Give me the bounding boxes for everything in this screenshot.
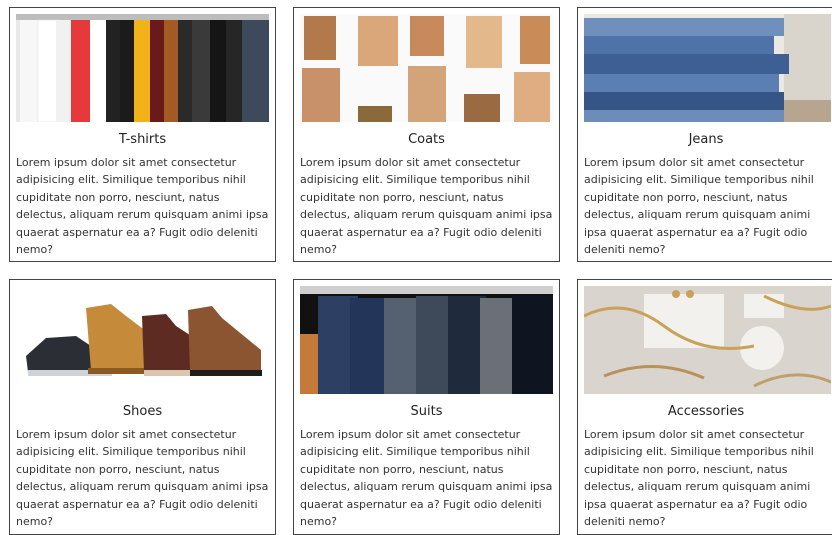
category-card-accessories[interactable]: Accessories Lorem ipsum dolor sit amet c… (577, 279, 832, 535)
card-title: Coats (408, 132, 445, 147)
coats-grid-image (300, 14, 553, 122)
card-description: Lorem ipsum dolor sit amet consectetur a… (584, 156, 814, 257)
card-description: Lorem ipsum dolor sit amet consectetur a… (584, 428, 814, 529)
card-title: Suits (410, 404, 443, 419)
jewelry-image (584, 286, 831, 394)
card-description: Lorem ipsum dolor sit amet consectetur a… (300, 156, 553, 257)
card-description: Lorem ipsum dolor sit amet consectetur a… (300, 428, 553, 529)
category-card-tshirts[interactable]: T-shirts Lorem ipsum dolor sit amet cons… (9, 7, 276, 262)
tshirts-rack-image (16, 14, 269, 122)
category-card-coats[interactable]: Coats Lorem ipsum dolor sit amet consect… (293, 7, 560, 262)
card-title: Jeans (688, 132, 724, 147)
card-title: T-shirts (118, 132, 167, 147)
card-title: Shoes (122, 404, 163, 419)
jeans-stack-image (584, 14, 831, 122)
category-card-jeans[interactable]: Jeans Lorem ipsum dolor sit amet consect… (577, 7, 832, 262)
card-description: Lorem ipsum dolor sit amet consectetur a… (16, 428, 269, 529)
category-card-suits[interactable]: Suits Lorem ipsum dolor sit amet consect… (293, 279, 560, 535)
category-card-shoes[interactable]: Shoes Lorem ipsum dolor sit amet consect… (9, 279, 276, 535)
suits-rack-image (300, 286, 553, 394)
shoes-image (16, 286, 269, 394)
card-title: Accessories (667, 404, 745, 419)
card-description: Lorem ipsum dolor sit amet consectetur a… (16, 156, 269, 257)
